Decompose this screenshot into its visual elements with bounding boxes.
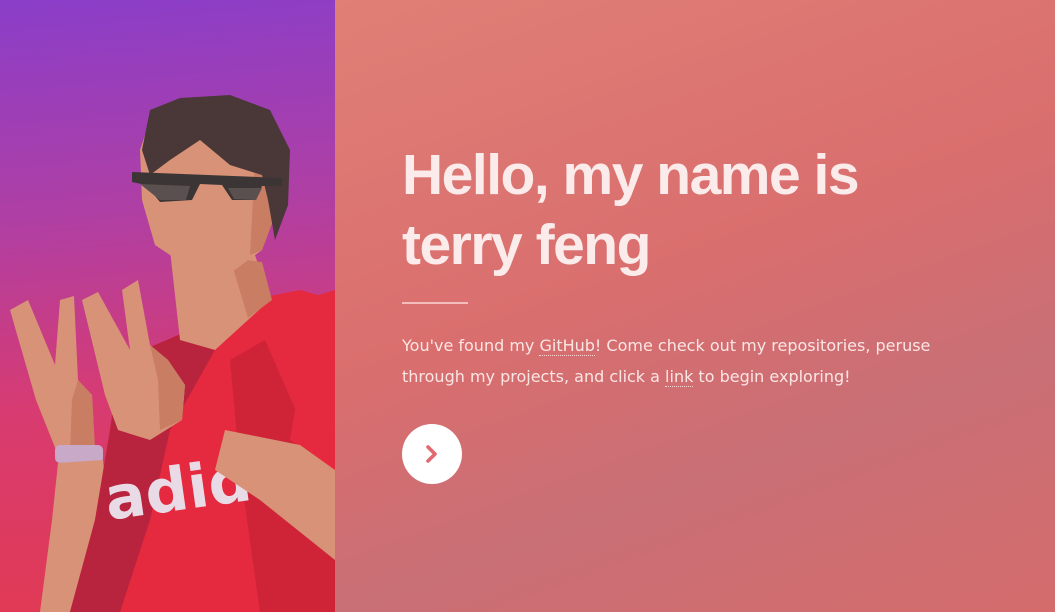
avatar-illustration: adidas <box>10 95 335 612</box>
headline-line-1: Hello, my name is <box>402 143 860 207</box>
chevron-right-icon <box>426 445 437 463</box>
intro-text-3: to begin exploring! <box>693 367 851 386</box>
headline-line-2: terry feng <box>402 213 651 277</box>
watch-icon <box>55 445 103 463</box>
next-button[interactable] <box>402 424 462 484</box>
divider <box>402 302 468 304</box>
hero-content: Hello, my name is terry feng You've foun… <box>402 140 1002 484</box>
intro-paragraph: You've found my GitHub! Come check out m… <box>402 330 992 392</box>
explore-link[interactable]: link <box>665 367 694 387</box>
page-title: Hello, my name is terry feng <box>402 140 1002 280</box>
intro-text-1: You've found my <box>402 336 540 355</box>
portrait-panel: adidas <box>0 0 335 612</box>
github-link[interactable]: GitHub <box>539 336 595 356</box>
